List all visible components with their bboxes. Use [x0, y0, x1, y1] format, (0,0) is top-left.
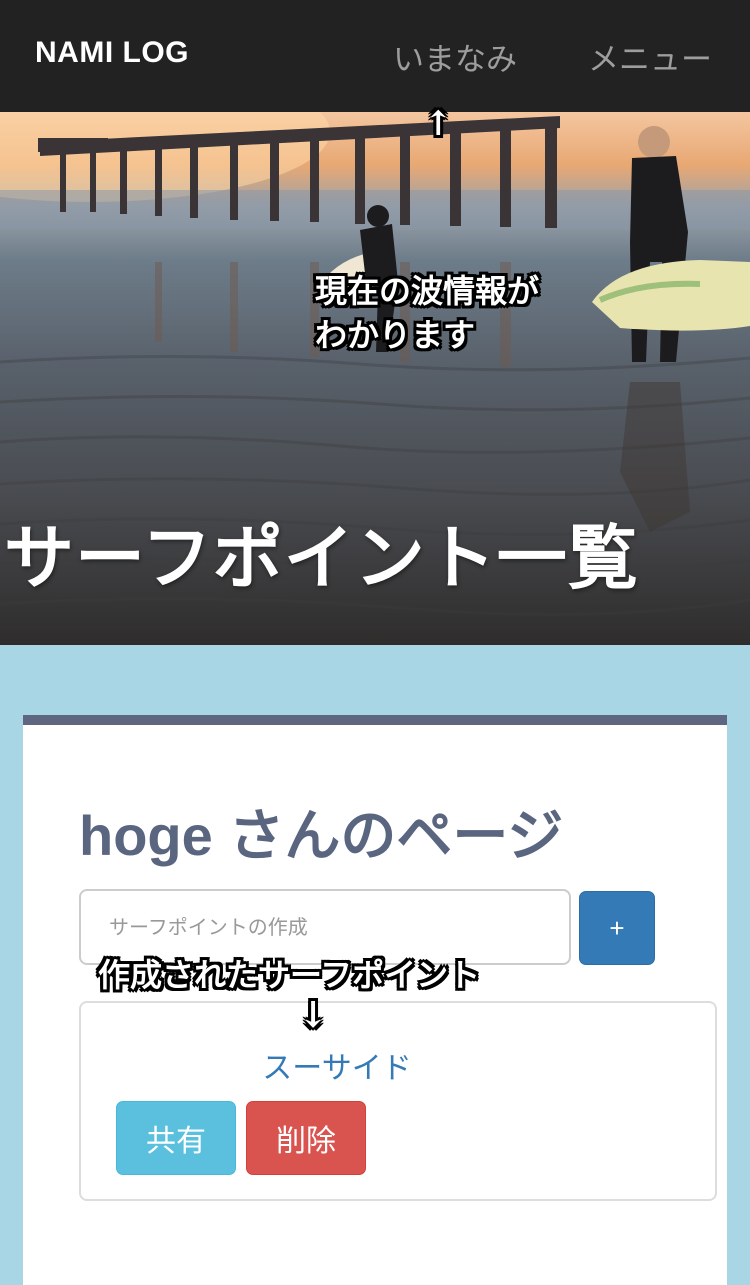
delete-button[interactable]: 削除 — [246, 1101, 366, 1175]
annotation-wave-info-line2: わかります — [315, 316, 476, 354]
annotation-wave-info: 現在の波情報が わかります — [315, 269, 539, 357]
nav-link-menu[interactable]: メニュー — [588, 34, 712, 79]
hero-title: サーフポイント一覧 — [4, 517, 639, 599]
page-title: hoge さんのページ — [79, 804, 564, 867]
annotation-wave-info-line1: 現在の波情報が — [315, 272, 540, 310]
user-page-card: hoge さんのページ + スーサイド 共有 削除 — [23, 715, 727, 1285]
annotation-created-points: 作成されたサーフポイント — [98, 956, 481, 994]
surf-point-item: スーサイド 共有 削除 — [79, 1001, 717, 1201]
annotation-arrow-down: ↓ — [298, 994, 329, 1036]
share-button[interactable]: 共有 — [116, 1101, 236, 1175]
top-navbar: NAMI LOG いまなみ メニュー — [0, 0, 750, 112]
annotation-arrow-up: ↑ — [424, 104, 453, 144]
add-surf-point-button[interactable]: + — [579, 891, 655, 965]
brand-logo-link[interactable]: NAMI LOG — [35, 36, 189, 70]
nav-link-imanami[interactable]: いまなみ — [393, 34, 517, 79]
hero-banner: 現在の波情報が わかります サーフポイント一覧 — [0, 112, 750, 645]
surf-point-link[interactable]: スーサイド — [81, 1043, 715, 1087]
